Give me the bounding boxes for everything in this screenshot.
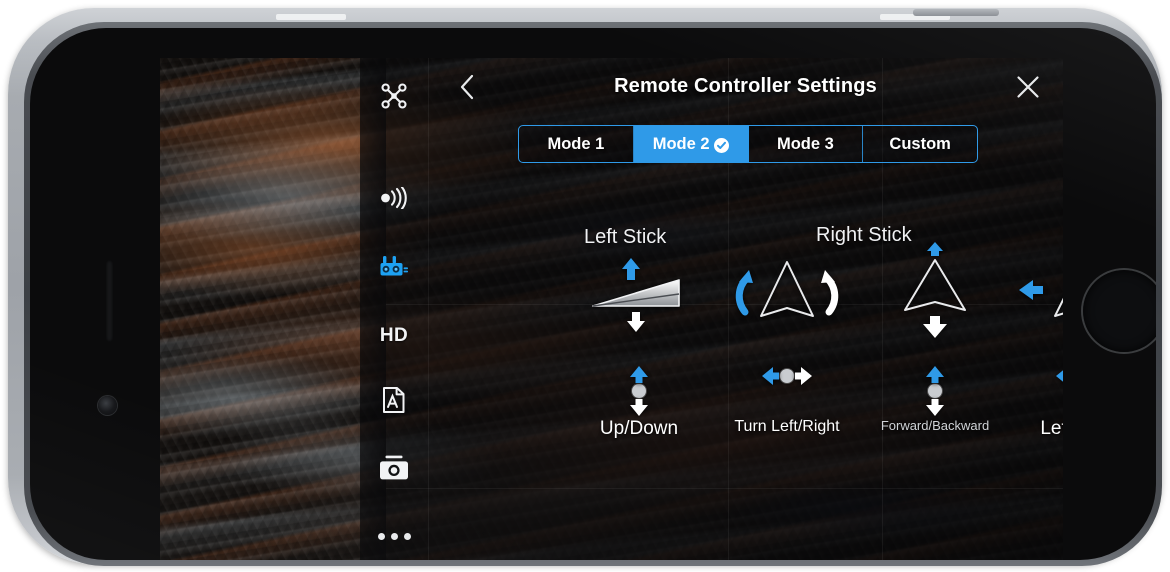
control-left-right: Left/Right (1006, 254, 1063, 439)
panel-divider (428, 58, 429, 560)
sidebar-item-more[interactable] (360, 514, 428, 558)
sidebar-item-remote-controller[interactable] (360, 246, 428, 290)
camera-icon (379, 455, 409, 481)
settings-sidebar: HD (360, 58, 428, 560)
mode-tab-bar: Mode 1 Mode 2 Mode 3 Custom (518, 125, 978, 163)
control-label: Forward/Backward (880, 418, 990, 433)
stick-indicator-horizontal (1006, 366, 1063, 386)
arrow-up-icon (926, 366, 944, 383)
phone-body: HD Remote Controller Settings Mode 1 Mod… (8, 8, 1162, 566)
check-circle-icon (713, 137, 729, 153)
sidebar-item-aircraft[interactable] (360, 74, 428, 118)
panel-divider (386, 488, 1063, 489)
sidebar-item-transmission[interactable] (360, 176, 428, 220)
sidebar-item-camera[interactable] (360, 446, 428, 490)
power-button[interactable] (913, 9, 999, 16)
arrow-right-icon (795, 367, 812, 385)
stick-indicator-horizontal (712, 366, 862, 386)
aircraft-side-view-diagram (564, 254, 714, 332)
tab-label: Mode 2 (652, 134, 710, 153)
stick-knob (780, 369, 794, 383)
tab-custom[interactable]: Custom (863, 126, 977, 162)
front-camera (98, 396, 117, 415)
control-label: Left/Right (1040, 418, 1063, 439)
tab-mode-3[interactable]: Mode 3 (749, 126, 864, 162)
arrow-up-icon (630, 366, 648, 383)
stick-knob (632, 384, 646, 398)
arrow-down-icon (926, 399, 944, 416)
control-label: Up/Down (599, 418, 679, 439)
arrow-left-icon (762, 367, 779, 385)
tab-label: Mode 1 (547, 134, 605, 153)
aircraft-top-view-pitch-diagram (860, 242, 1010, 338)
exposure-auto-icon (381, 386, 407, 414)
earpiece-speaker (106, 260, 113, 342)
control-up-down: Up/Down (564, 254, 714, 439)
tab-label: Mode 3 (776, 134, 834, 153)
drone-icon (381, 83, 407, 109)
hd-icon: HD (379, 325, 409, 346)
screenshot-root: HD Remote Controller Settings Mode 1 Mod… (0, 0, 1170, 572)
tab-mode-1[interactable]: Mode 1 (519, 126, 634, 162)
left-stick-heading: Left Stick (584, 226, 667, 248)
phone-front-face: HD Remote Controller Settings Mode 1 Mod… (30, 28, 1156, 560)
remote-controller-icon (379, 254, 409, 282)
tab-label: Custom (889, 134, 951, 153)
aircraft-top-view-yaw-diagram (712, 254, 862, 332)
settings-header: Remote Controller Settings (428, 58, 1063, 118)
phone-screen: HD Remote Controller Settings Mode 1 Mod… (160, 58, 1063, 560)
home-button[interactable] (1083, 270, 1156, 352)
antenna-band (276, 14, 346, 20)
arrow-left-icon (1056, 370, 1063, 382)
sidebar-item-image-quality[interactable]: HD (360, 314, 428, 358)
arrow-down-icon (630, 399, 648, 416)
control-forward-backward: Forward/Backward (860, 242, 1010, 433)
close-x-icon (1015, 74, 1041, 105)
aircraft-top-view-roll-diagram (1006, 254, 1063, 332)
stick-indicator-vertical (564, 366, 714, 416)
control-label: Turn Left/Right (734, 418, 840, 435)
close-button[interactable] (1009, 70, 1047, 108)
sidebar-item-camera-settings[interactable] (360, 378, 428, 422)
stick-indicator-vertical (860, 366, 1010, 416)
control-turn-left-right: Turn Left/Right (712, 254, 862, 435)
ellipsis-icon (377, 532, 411, 540)
page-title: Remote Controller Settings (614, 75, 877, 97)
tab-mode-2[interactable]: Mode 2 (633, 126, 749, 162)
stick-knob (928, 384, 942, 398)
signal-broadcast-icon (379, 187, 409, 209)
